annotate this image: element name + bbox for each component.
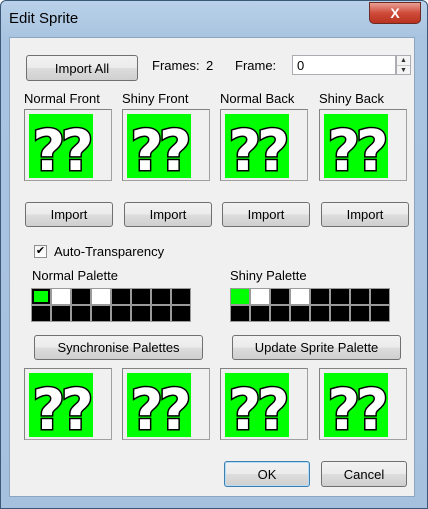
shiny-palette-grid [230,288,390,322]
normal-palette-color-swatch[interactable] [171,288,191,305]
sprite-image: ?? [29,114,96,182]
normal-palette-grid [31,288,191,322]
normal-palette-color-swatch[interactable] [111,288,131,305]
frame-spinner[interactable]: ▲ ▼ [396,55,411,75]
sprite-image: ?? [127,114,194,182]
title-bar[interactable]: Edit Sprite X [1,1,427,37]
shiny-back-sprite: ?? [319,109,407,182]
normal-palette-color-swatch[interactable] [151,288,171,305]
frame-input[interactable]: 0 [292,55,396,75]
dialog-body: Import All Frames: 2 Frame: 0 ▲ ▼ Normal… [9,37,415,497]
sprite-question-marks: ?? [328,119,385,182]
sprite-image: ?? [324,114,391,182]
normal-back-sprite: ?? [220,109,308,182]
sprite-image: ?? [29,373,96,441]
import-normal-back-button[interactable]: Import [222,202,310,227]
shiny-palette-color-swatch[interactable] [350,288,370,305]
shiny-palette-color-swatch[interactable] [330,305,350,322]
normal-palette-color-swatch[interactable] [31,288,51,305]
shiny-back-label: Shiny Back [319,91,385,106]
normal-palette-color-swatch[interactable] [91,288,111,305]
normal-palette-color-swatch[interactable] [131,305,151,322]
shiny-back-preview: ?? [319,368,407,441]
normal-front-sprite: ?? [24,109,112,182]
close-button[interactable]: X [369,2,421,24]
shiny-palette-color-swatch[interactable] [250,305,270,322]
normal-back-label: Normal Back [220,91,295,106]
sprite-question-marks: ?? [131,119,188,182]
shiny-palette-color-swatch[interactable] [290,305,310,322]
frame-input-value: 0 [297,58,305,73]
update-sprite-palette-button[interactable]: Update Sprite Palette [232,335,401,360]
sprite-question-marks: ?? [229,378,286,441]
synchronise-palettes-button[interactable]: Synchronise Palettes [34,335,203,360]
import-all-button[interactable]: Import All [26,55,138,81]
sprite-question-marks: ?? [33,378,90,441]
shiny-palette-color-swatch[interactable] [250,288,270,305]
import-normal-front-button[interactable]: Import [25,202,113,227]
sprite-question-marks: ?? [229,119,286,182]
shiny-palette-color-swatch[interactable] [230,305,250,322]
normal-palette-color-swatch[interactable] [91,305,111,322]
shiny-palette-color-swatch[interactable] [270,288,290,305]
shiny-palette-color-swatch[interactable] [310,288,330,305]
frames-count: 2 [206,58,214,73]
shiny-palette-color-swatch[interactable] [370,305,390,322]
sprite-question-marks: ?? [33,119,90,182]
normal-palette-color-swatch[interactable] [131,288,151,305]
cancel-button[interactable]: Cancel [321,461,407,487]
sprite-image: ?? [225,114,292,182]
shiny-front-sprite: ?? [122,109,210,182]
shiny-palette-color-swatch[interactable] [370,288,390,305]
auto-transparency-label: Auto-Transparency [54,244,165,259]
shiny-front-label: Shiny Front [122,91,189,106]
import-shiny-front-button[interactable]: Import [124,202,212,227]
normal-back-preview: ?? [220,368,308,441]
normal-palette-color-swatch[interactable] [31,305,51,322]
normal-palette-color-swatch[interactable] [151,305,171,322]
normal-palette-color-swatch[interactable] [51,305,71,322]
frame-label: Frame: [235,58,277,73]
window-title: Edit Sprite [9,10,79,27]
shiny-palette-color-swatch[interactable] [330,288,350,305]
sprite-question-marks: ?? [131,378,188,441]
close-icon: X [390,5,400,21]
normal-palette-color-swatch[interactable] [111,305,131,322]
sprite-image: ?? [127,373,194,441]
shiny-palette-color-swatch[interactable] [350,305,370,322]
sprite-question-marks: ?? [328,378,385,441]
normal-palette-color-swatch[interactable] [71,305,91,322]
checkmark-icon: ✔ [35,245,46,257]
sprite-image: ?? [324,373,391,441]
spin-up-icon[interactable]: ▲ [397,56,410,65]
normal-front-preview: ?? [24,368,112,441]
auto-transparency-checkbox[interactable]: ✔ [34,245,47,258]
normal-palette-color-swatch[interactable] [51,288,71,305]
ok-button[interactable]: OK [224,461,310,487]
shiny-palette-color-swatch[interactable] [310,305,330,322]
shiny-palette-color-swatch[interactable] [290,288,310,305]
normal-palette-color-swatch[interactable] [171,305,191,322]
shiny-palette-color-swatch[interactable] [270,305,290,322]
frames-label: Frames: [152,58,200,73]
edit-sprite-dialog: Edit Sprite X Import All Frames: 2 Frame… [0,0,428,509]
normal-palette-color-swatch[interactable] [71,288,91,305]
normal-front-label: Normal Front [24,91,100,106]
normal-palette-label: Normal Palette [32,268,118,283]
sprite-image: ?? [225,373,292,441]
import-shiny-back-button[interactable]: Import [321,202,409,227]
spin-down-icon[interactable]: ▼ [397,65,410,75]
shiny-palette-label: Shiny Palette [230,268,307,283]
shiny-front-preview: ?? [122,368,210,441]
shiny-palette-color-swatch[interactable] [230,288,250,305]
